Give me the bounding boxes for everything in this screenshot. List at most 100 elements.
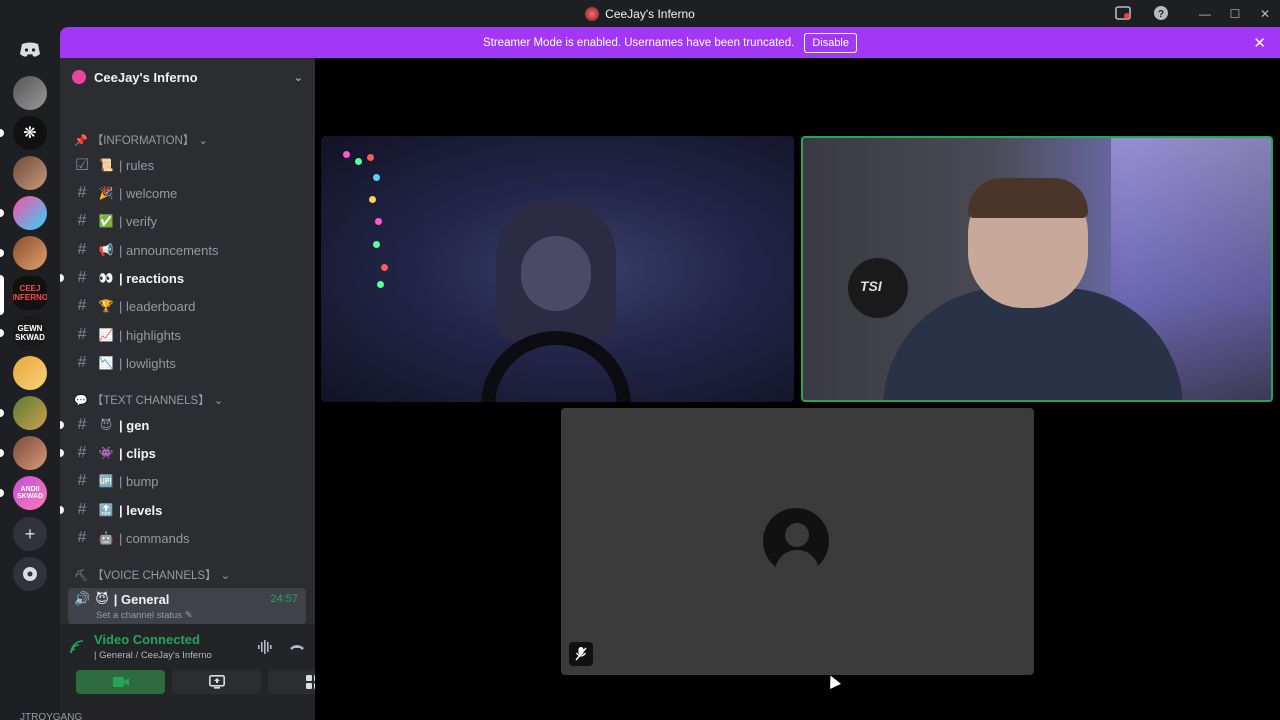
channel-emoji: 👀 bbox=[98, 271, 114, 285]
server-icon-10[interactable] bbox=[13, 436, 47, 470]
category-1[interactable]: 💬 【TEXT CHANNELS】 ⌄ bbox=[74, 392, 223, 408]
minimize-icon[interactable]: — bbox=[1190, 0, 1220, 27]
server-icon-1[interactable] bbox=[13, 76, 47, 110]
server-icon-andii-skwad[interactable]: ANDII SKWAD bbox=[13, 476, 47, 510]
channel-name: | commands bbox=[119, 530, 190, 546]
server-icon-2[interactable]: ❋ bbox=[13, 116, 47, 150]
chevron-down-icon: ⌄ bbox=[198, 135, 208, 147]
participant-1 bbox=[496, 201, 616, 341]
server-header[interactable]: CeeJay's Inferno ⌄ bbox=[60, 58, 315, 96]
unread-pip bbox=[0, 209, 4, 217]
channel-name: | bump bbox=[119, 473, 159, 489]
channel-item[interactable]: # 🆙 | bump bbox=[68, 468, 306, 494]
unread-pip bbox=[0, 449, 4, 457]
unread-pip bbox=[60, 506, 64, 514]
channel-emoji: 📈 bbox=[98, 328, 114, 342]
voice-connected-panel: Video Connected | General / CeeJay's Inf… bbox=[60, 624, 315, 720]
server-icon-4[interactable] bbox=[13, 196, 47, 230]
unread-pip bbox=[0, 129, 4, 137]
category-2[interactable]: ⛏ 【VOICE CHANNELS】 ⌄ bbox=[74, 567, 230, 583]
server-icon-8[interactable] bbox=[13, 356, 47, 390]
discord-home-icon[interactable] bbox=[13, 33, 47, 67]
pencil-icon[interactable]: ✎ bbox=[185, 610, 193, 621]
hash-icon: # bbox=[77, 212, 87, 229]
channel-item[interactable]: ☑ 📜 | rules bbox=[68, 152, 306, 178]
channel-emoji: 🎉 bbox=[98, 186, 114, 200]
server-icon-3[interactable] bbox=[13, 156, 47, 190]
channel-emoji: 🆙 bbox=[98, 474, 114, 488]
channel-item[interactable]: # 🔝 | levels bbox=[60, 497, 306, 523]
channel-item[interactable]: # 🏆 | leaderboard bbox=[68, 293, 306, 319]
channel-item[interactable]: # 😈 | gen bbox=[60, 412, 306, 438]
speech-bubble-icon: 💬 bbox=[74, 394, 88, 407]
disable-button[interactable]: Disable bbox=[804, 32, 857, 53]
channel-name: | gen bbox=[119, 417, 150, 433]
hash-icon: # bbox=[77, 297, 87, 314]
channel-item[interactable]: # 📉 | lowlights bbox=[68, 350, 306, 376]
video-tile-1[interactable] bbox=[321, 136, 794, 402]
close-window-icon[interactable]: ✕ bbox=[1250, 0, 1280, 27]
hash-icon: # bbox=[77, 269, 87, 286]
channel-item[interactable]: # 👀 | reactions bbox=[60, 265, 306, 291]
server-icon-5[interactable] bbox=[13, 236, 47, 270]
rules-checkbox-icon: ☑ bbox=[74, 157, 90, 174]
steering-wheel bbox=[481, 331, 631, 402]
channel-item[interactable]: # 📈 | highlights bbox=[68, 322, 306, 348]
hash-icon: # bbox=[77, 501, 87, 518]
activities-button[interactable] bbox=[268, 670, 315, 694]
channel-status[interactable]: Set a channel status bbox=[96, 610, 182, 621]
server-icon-inferno[interactable]: CEEJ INFERNO bbox=[13, 276, 47, 310]
unread-pip bbox=[0, 329, 4, 337]
muted-mic-icon bbox=[569, 642, 593, 666]
string-lights bbox=[333, 146, 393, 288]
window-title-text: CeeJay's Inferno bbox=[605, 6, 695, 21]
help-icon[interactable]: ? bbox=[1152, 4, 1170, 22]
noise-suppression-icon[interactable] bbox=[257, 640, 273, 657]
voice-channel-general[interactable]: 🔊 😈 | General 24:57 Set a channel status… bbox=[68, 588, 306, 624]
microphone: TSI bbox=[848, 258, 908, 318]
channel-item[interactable]: # ✅ | verify bbox=[68, 208, 306, 234]
hash-icon: # bbox=[77, 444, 87, 461]
signal-icon[interactable] bbox=[70, 640, 84, 657]
channel-sidebar: CeeJay's Inferno ⌄ 📌 【INFORMATION】 ⌄ 💬 【TEXT… bbox=[60, 58, 315, 720]
voice-timer: 24:57 bbox=[270, 593, 298, 605]
channel-item[interactable]: # 🤖 | commands bbox=[68, 525, 306, 551]
screen-share-button[interactable] bbox=[172, 670, 261, 694]
channel-emoji: ✅ bbox=[98, 214, 114, 228]
channel-item[interactable]: # 🎉 | welcome bbox=[68, 180, 306, 206]
channel-item[interactable]: # 👾 | clips bbox=[60, 440, 306, 466]
hash-icon: # bbox=[77, 529, 87, 546]
maximize-icon[interactable]: ☐ bbox=[1220, 0, 1250, 27]
inbox-icon[interactable] bbox=[1114, 4, 1132, 22]
category-label: 【INFORMATION】 bbox=[91, 135, 195, 147]
speaker-icon: 🔊 bbox=[74, 591, 91, 606]
video-tile-3-avatar[interactable] bbox=[561, 408, 1034, 675]
unread-pip bbox=[60, 449, 64, 457]
category-0[interactable]: 📌 【INFORMATION】 ⌄ bbox=[74, 132, 208, 148]
close-banner-icon[interactable]: ✕ bbox=[1253, 34, 1266, 52]
discover-icon[interactable] bbox=[13, 557, 47, 591]
server-icon-gewn-skwad[interactable]: GEWN SKWAD bbox=[13, 316, 47, 350]
voice-status-label[interactable]: Video Connected bbox=[94, 632, 212, 647]
camera-button[interactable] bbox=[76, 670, 165, 694]
chevron-down-icon: ⌄ bbox=[220, 570, 231, 582]
hash-icon: # bbox=[77, 472, 87, 489]
video-tile-2-speaking[interactable]: TSI bbox=[801, 136, 1273, 402]
hash-icon: # bbox=[77, 326, 87, 343]
disconnect-icon[interactable] bbox=[289, 640, 305, 657]
unread-pip bbox=[60, 274, 64, 282]
add-server-icon[interactable]: + bbox=[13, 517, 47, 551]
channel-emoji: 📜 bbox=[98, 158, 114, 172]
video-stage: TSI bbox=[315, 58, 1280, 720]
server-icon-9[interactable] bbox=[13, 396, 47, 430]
streamer-mode-banner: Streamer Mode is enabled. Usernames have… bbox=[60, 27, 1280, 58]
channel-name: | announcements bbox=[119, 242, 219, 258]
server-icon bbox=[585, 6, 600, 21]
channel-name: | levels bbox=[119, 502, 163, 518]
chevron-down-icon: ⌄ bbox=[213, 395, 224, 407]
default-avatar-icon bbox=[763, 508, 829, 580]
selected-pip bbox=[0, 275, 4, 315]
banner-message: Streamer Mode is enabled. Usernames have… bbox=[482, 36, 795, 49]
channel-name: | verify bbox=[119, 213, 158, 229]
channel-item[interactable]: # 📢 | announcements bbox=[68, 237, 306, 263]
